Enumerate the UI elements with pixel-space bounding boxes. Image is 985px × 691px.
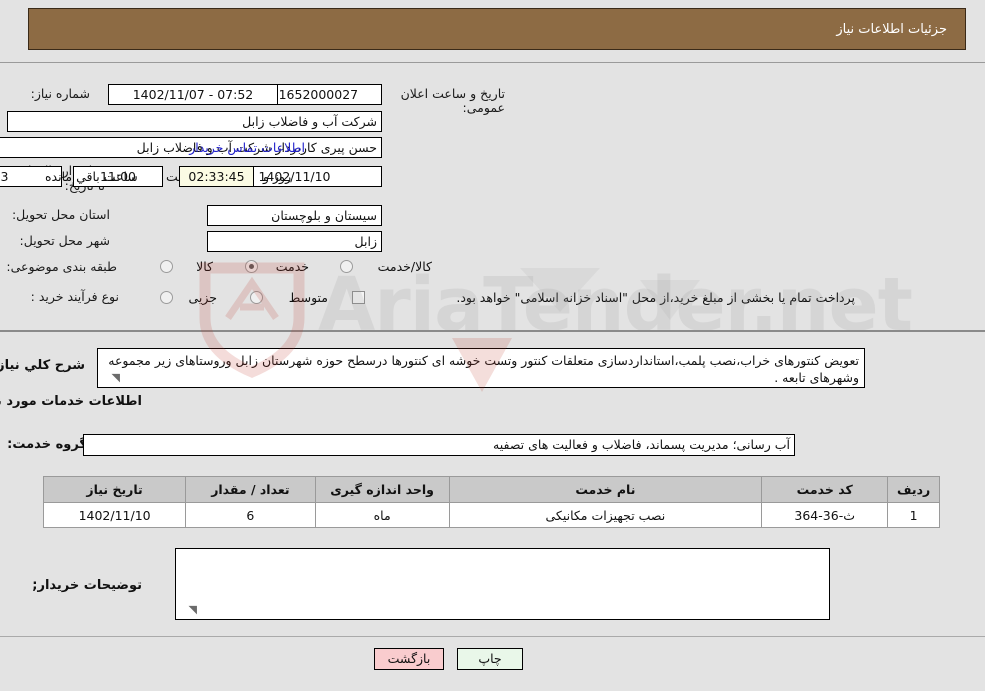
th-need-date: تاریخ نیاز (42, 476, 187, 503)
th-name: نام خدمت (448, 476, 763, 503)
cell-radif: 1 (887, 502, 940, 528)
radio-category-kala[interactable] (160, 260, 173, 273)
radio-label-category-0: کالا (196, 259, 213, 274)
process-label: نوع فرآیند خرید : (30, 289, 119, 304)
radio-category-kala-khedmat[interactable] (340, 260, 353, 273)
print-button[interactable]: چاپ (457, 648, 523, 670)
cell-unit: ماه (314, 502, 450, 528)
city-label: شهر محل تحویل: (19, 233, 110, 248)
th-unit: واحد اندازه گیری (314, 476, 450, 503)
radio-process-motevaset[interactable] (250, 291, 263, 304)
cell-need-date: 1402/11/10 (42, 502, 187, 528)
page-root: AriaTender.net جزئیات اطلاعات نیاز شماره… (0, 0, 985, 691)
buyer-org-field[interactable]: شرکت آب و فاضلاب زابل (7, 111, 382, 132)
services-table: ردیف کد خدمت نام خدمت واحد اندازه گیری ت… (42, 476, 940, 528)
page-title: جزئیات اطلاعات نیاز (836, 21, 947, 37)
buyer-contact-link[interactable]: اطلاعات تماس خریدار (189, 140, 305, 155)
description-textarea[interactable]: تعویض کنتورهای خراب،نصب پلمب،استانداردسا… (97, 348, 865, 388)
service-group-label: گروه خدمت: (7, 437, 87, 452)
buyer-notes-textarea[interactable] (175, 548, 830, 620)
days-and-label: روز و (263, 169, 292, 184)
announce-label: تاریخ و ساعت اعلان عمومی: (400, 86, 505, 115)
province-field[interactable]: سیستان و بلوچستان (207, 205, 382, 226)
radio-label-process-1: متوسط (288, 290, 328, 305)
radio-label-category-1: خدمت (275, 259, 309, 274)
need-number-label: شماره نیاز: (30, 86, 90, 101)
footer-divider (0, 636, 985, 637)
radio-process-jozi[interactable] (160, 291, 173, 304)
description-resize-grip[interactable]: ◥ (112, 371, 120, 384)
province-label: استان محل تحویل: (11, 207, 110, 222)
cell-quantity: 6 (185, 502, 316, 528)
treasury-bond-checkbox[interactable] (352, 291, 365, 304)
th-radif: ردیف (887, 476, 940, 503)
description-label: شرح کلي نیاز: (0, 358, 85, 373)
buyer-notes-resize-grip[interactable]: ◥ (189, 603, 197, 616)
cell-code: ث-36-364 (761, 502, 889, 528)
back-button[interactable]: بازگشت (374, 648, 444, 670)
page-header: جزئیات اطلاعات نیاز (28, 8, 966, 50)
table-row: 1 ث-36-364 نصب تجهیزات مکانیکی ماه 6 140… (42, 502, 940, 528)
service-group-field[interactable]: آب رسانی؛ مدیریت پسماند، فاضلاب و فعالیت… (83, 434, 795, 456)
remaining-suffix-label: ساعت باقي مانده (45, 169, 138, 184)
th-code: کد خدمت (761, 476, 889, 503)
remaining-time-field[interactable]: 02:33:45 (179, 166, 254, 187)
radio-label-category-2: کالا/خدمت (377, 259, 432, 274)
city-field[interactable]: زابل (207, 231, 382, 252)
th-quantity: تعداد / مقدار (185, 476, 316, 503)
treasury-bond-label: پرداخت تمام یا بخشی از مبلغ خرید،از محل … (456, 290, 855, 305)
cell-name: نصب تجهیزات مکانیکی (448, 502, 763, 528)
table-header-row: ردیف کد خدمت نام خدمت واحد اندازه گیری ت… (42, 476, 940, 503)
buyer-notes-label: توضیحات خریدار; (32, 578, 142, 593)
radio-label-process-0: جزیی (188, 290, 217, 305)
category-label: طبقه بندی موضوعی: (6, 259, 117, 274)
announce-datetime-field[interactable]: 07:52 - 1402/11/07 (108, 84, 278, 105)
services-heading: اطلاعات خدمات مورد نیاز (0, 394, 142, 409)
need-info-panel: شماره نیاز: 1102001652000027 تاریخ و ساع… (0, 62, 985, 332)
radio-category-khedmat[interactable] (245, 260, 258, 273)
